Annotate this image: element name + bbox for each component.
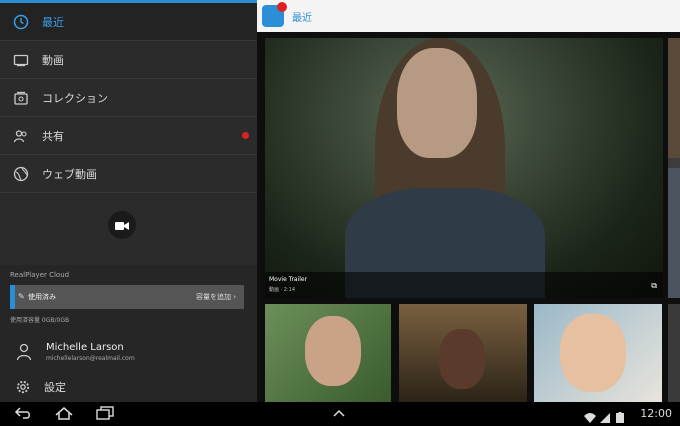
system-navigation-bar: 12:00 [0, 402, 680, 426]
action-bar: 最近 [257, 0, 680, 32]
nav-item-recent[interactable]: 最近 [0, 3, 257, 41]
add-storage-label: 容量を追加 [195, 293, 231, 301]
pencil-icon: ✎ [18, 292, 25, 301]
video-meta: 動画 · 2:14 [269, 287, 295, 293]
add-storage-button[interactable]: 容量を追加 › [196, 292, 236, 302]
video-thumbnail[interactable] [399, 304, 527, 402]
chevron-up-icon[interactable] [332, 406, 346, 422]
featured-video-thumbnail[interactable]: Movie Trailer 動画 · 2:14 ⧉ [265, 38, 663, 298]
nav-item-label: コレクション [42, 91, 108, 105]
page-title: 最近 [292, 12, 312, 24]
people-icon [12, 127, 30, 145]
gear-icon [16, 380, 30, 394]
usage-label: 使用済み [28, 293, 56, 301]
nav-item-label: ウェブ動画 [42, 167, 97, 181]
settings-item[interactable]: 設定 [0, 371, 257, 403]
status-clock: 12:00 [640, 407, 672, 420]
clock-icon [12, 13, 30, 31]
video-thumbnail[interactable] [534, 304, 662, 402]
video-thumbnail[interactable] [668, 304, 680, 402]
thumbnail-art [668, 38, 680, 158]
collection-icon [12, 89, 30, 107]
cloud-section: RealPlayer Cloud ✎ 使用済み 容量を追加 › 使用済容量 0G… [0, 265, 257, 405]
usage-text: 使用済容量 0GB/0GB [10, 317, 70, 324]
nav-item-web-videos[interactable]: ウェブ動画 [0, 155, 257, 193]
app-logo-icon[interactable] [262, 2, 287, 27]
record-video-button[interactable] [108, 211, 136, 239]
video-camera-icon [115, 216, 129, 235]
battery-icon [616, 408, 626, 423]
main-content: 最近 Movie Trailer 動画 · 2:14 ⧉ [257, 0, 680, 402]
thumbnail-art [668, 168, 680, 298]
back-icon[interactable] [14, 406, 32, 424]
video-caption: Movie Trailer 動画 · 2:14 ⧉ [265, 272, 663, 298]
navigation-drawer: 最近 動画 コレクション 共有 ウェブ動画 RealPlayer Cloud ✎… [0, 0, 257, 405]
storage-usage-bar[interactable]: ✎ 使用済み 容量を追加 › [10, 285, 244, 309]
nav-item-label: 動画 [42, 53, 64, 67]
wifi-icon [584, 408, 596, 423]
play-icon[interactable]: ⧉ [651, 281, 657, 291]
nav-item-label: 共有 [42, 129, 64, 143]
account-email: michellelarson@realmail.com [46, 355, 135, 362]
next-video-thumbnail[interactable] [668, 38, 680, 298]
nav-item-videos[interactable]: 動画 [0, 41, 257, 79]
nav-item-shared[interactable]: 共有 [0, 117, 257, 155]
nav-item-label: 最近 [42, 15, 64, 29]
thumbnail-art [439, 329, 485, 389]
recent-apps-icon[interactable] [96, 406, 114, 424]
storage-usage-fill [10, 285, 15, 309]
home-icon[interactable] [54, 406, 74, 424]
globe-icon [12, 165, 30, 183]
notification-badge [242, 132, 249, 139]
settings-label: 設定 [44, 381, 66, 394]
nav-item-collections[interactable]: コレクション [0, 79, 257, 117]
account-name: Michelle Larson [46, 342, 124, 353]
video-thumbnail[interactable] [265, 304, 391, 402]
cloud-title: RealPlayer Cloud [10, 271, 70, 279]
thumbnail-art [305, 316, 361, 386]
notification-badge [277, 2, 287, 12]
thumbnail-art [397, 48, 477, 158]
thumbnail-art [560, 314, 626, 392]
video-frame-icon [12, 51, 30, 69]
account-row[interactable]: Michelle Larson michellelarson@realmail.… [0, 335, 257, 369]
signal-icon [600, 408, 610, 423]
person-icon [16, 343, 32, 361]
video-title: Movie Trailer [269, 276, 308, 283]
